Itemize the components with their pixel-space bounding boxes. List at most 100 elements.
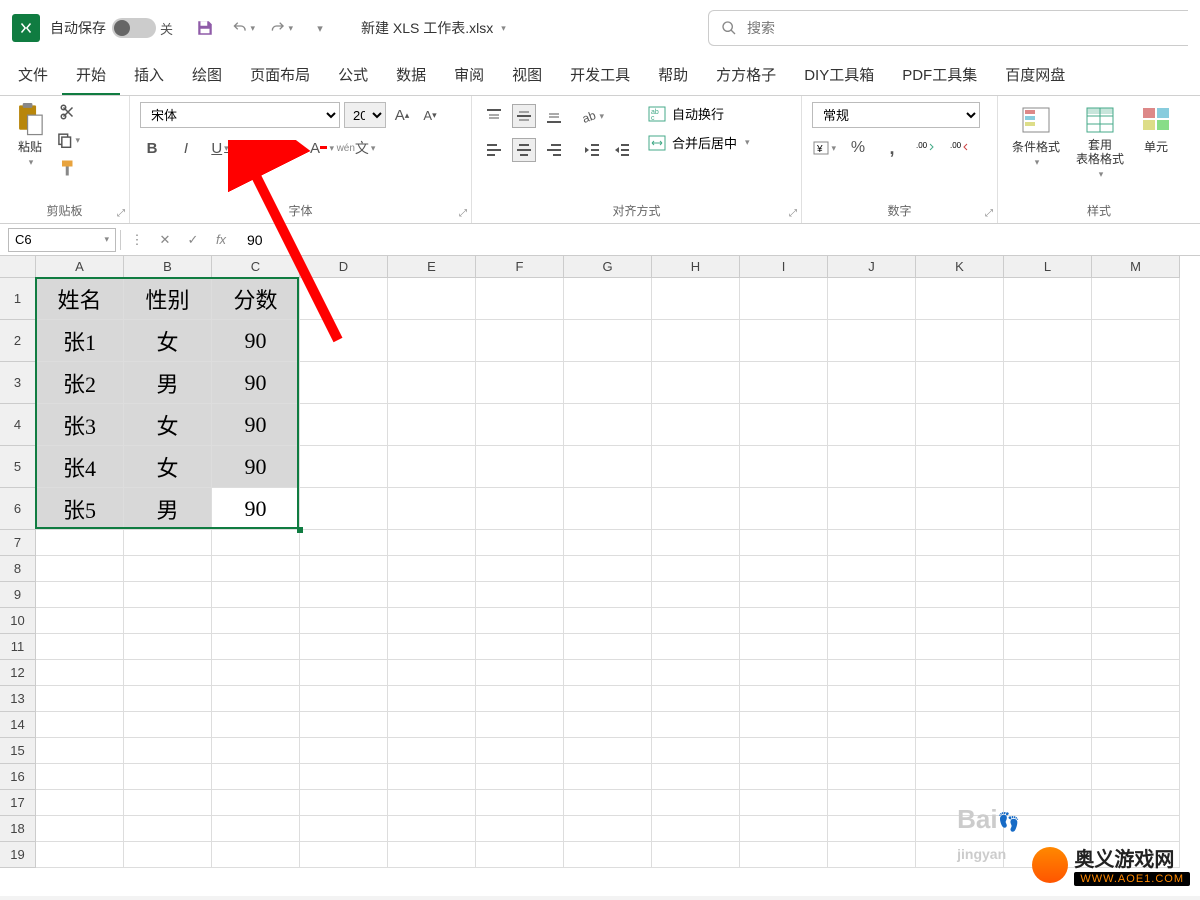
cell-K15[interactable] xyxy=(916,738,1004,764)
cell-H9[interactable] xyxy=(652,582,740,608)
cell-B19[interactable] xyxy=(124,842,212,868)
cell-G15[interactable] xyxy=(564,738,652,764)
cell-I15[interactable] xyxy=(740,738,828,764)
cell-G7[interactable] xyxy=(564,530,652,556)
cell-C10[interactable] xyxy=(212,608,300,634)
cell-H4[interactable] xyxy=(652,404,740,446)
cell-M18[interactable] xyxy=(1092,816,1180,842)
dialog-launcher-icon[interactable]: ⤢ xyxy=(789,208,797,219)
cell-J16[interactable] xyxy=(828,764,916,790)
col-header-I[interactable]: I xyxy=(740,256,828,278)
cell-E12[interactable] xyxy=(388,660,476,686)
cell-C14[interactable] xyxy=(212,712,300,738)
cell-G13[interactable] xyxy=(564,686,652,712)
cell-J12[interactable] xyxy=(828,660,916,686)
cell-E13[interactable] xyxy=(388,686,476,712)
filename[interactable]: 新建 XLS 工作表.xlsx ▾ xyxy=(361,18,506,38)
cell-K6[interactable] xyxy=(916,488,1004,530)
tab-文件[interactable]: 文件 xyxy=(4,56,62,95)
redo-icon[interactable]: ▾ xyxy=(269,16,293,40)
cell-F19[interactable] xyxy=(476,842,564,868)
cell-H6[interactable] xyxy=(652,488,740,530)
cell-D8[interactable] xyxy=(300,556,388,582)
cell-G19[interactable] xyxy=(564,842,652,868)
align-right-icon[interactable] xyxy=(542,138,566,162)
cell-J9[interactable] xyxy=(828,582,916,608)
cell-D12[interactable] xyxy=(300,660,388,686)
orientation-icon[interactable]: ab▾ xyxy=(580,104,604,128)
cell-L1[interactable] xyxy=(1004,278,1092,320)
cell-J14[interactable] xyxy=(828,712,916,738)
autosave-toggle[interactable]: 自动保存 关 xyxy=(50,18,173,38)
cell-H13[interactable] xyxy=(652,686,740,712)
cell-F15[interactable] xyxy=(476,738,564,764)
format-painter-icon[interactable] xyxy=(56,156,80,180)
cell-J2[interactable] xyxy=(828,320,916,362)
cell-D13[interactable] xyxy=(300,686,388,712)
cell-H8[interactable] xyxy=(652,556,740,582)
tab-数据[interactable]: 数据 xyxy=(382,56,440,95)
cell-E6[interactable] xyxy=(388,488,476,530)
align-bottom-icon[interactable] xyxy=(542,104,566,128)
cell-F13[interactable] xyxy=(476,686,564,712)
name-box[interactable]: C6 ▾ xyxy=(8,228,116,252)
cell-D2[interactable] xyxy=(300,320,388,362)
conditional-format-button[interactable]: 条件格式▾ xyxy=(1008,100,1064,172)
cell-B8[interactable] xyxy=(124,556,212,582)
cell-styles-button[interactable]: 单元 xyxy=(1136,100,1176,159)
cell-L11[interactable] xyxy=(1004,634,1092,660)
cell-B12[interactable] xyxy=(124,660,212,686)
cell-B13[interactable] xyxy=(124,686,212,712)
tab-方方格子[interactable]: 方方格子 xyxy=(702,56,790,95)
row-header-1[interactable]: 1 xyxy=(0,278,36,320)
tab-百度网盘[interactable]: 百度网盘 xyxy=(991,56,1079,95)
cell-C2[interactable]: 90 xyxy=(212,320,300,362)
cell-D7[interactable] xyxy=(300,530,388,556)
row-header-16[interactable]: 16 xyxy=(0,764,36,790)
cell-E14[interactable] xyxy=(388,712,476,738)
cell-A12[interactable] xyxy=(36,660,124,686)
cell-F4[interactable] xyxy=(476,404,564,446)
col-header-K[interactable]: K xyxy=(916,256,1004,278)
dialog-launcher-icon[interactable]: ⤢ xyxy=(117,208,125,219)
cell-K4[interactable] xyxy=(916,404,1004,446)
cell-C13[interactable] xyxy=(212,686,300,712)
cell-D10[interactable] xyxy=(300,608,388,634)
cell-A14[interactable] xyxy=(36,712,124,738)
cell-F5[interactable] xyxy=(476,446,564,488)
cell-C11[interactable] xyxy=(212,634,300,660)
search-box[interactable] xyxy=(708,10,1188,46)
cell-L10[interactable] xyxy=(1004,608,1092,634)
cell-F9[interactable] xyxy=(476,582,564,608)
cell-D1[interactable] xyxy=(300,278,388,320)
cell-A2[interactable]: 张1 xyxy=(36,320,124,362)
row-header-10[interactable]: 10 xyxy=(0,608,36,634)
cell-I5[interactable] xyxy=(740,446,828,488)
tab-绘图[interactable]: 绘图 xyxy=(178,56,236,95)
cell-E19[interactable] xyxy=(388,842,476,868)
qat-customize-icon[interactable]: ▾ xyxy=(307,16,331,40)
cell-B5[interactable]: 女 xyxy=(124,446,212,488)
cell-G14[interactable] xyxy=(564,712,652,738)
cell-M12[interactable] xyxy=(1092,660,1180,686)
cell-D14[interactable] xyxy=(300,712,388,738)
cell-D3[interactable] xyxy=(300,362,388,404)
cell-A17[interactable] xyxy=(36,790,124,816)
cell-F3[interactable] xyxy=(476,362,564,404)
cell-H15[interactable] xyxy=(652,738,740,764)
cell-F10[interactable] xyxy=(476,608,564,634)
cell-A15[interactable] xyxy=(36,738,124,764)
cell-E2[interactable] xyxy=(388,320,476,362)
cell-B7[interactable] xyxy=(124,530,212,556)
cell-K9[interactable] xyxy=(916,582,1004,608)
cell-J15[interactable] xyxy=(828,738,916,764)
row-header-12[interactable]: 12 xyxy=(0,660,36,686)
cell-G18[interactable] xyxy=(564,816,652,842)
cell-K16[interactable] xyxy=(916,764,1004,790)
cell-B4[interactable]: 女 xyxy=(124,404,212,446)
cell-L5[interactable] xyxy=(1004,446,1092,488)
cell-B2[interactable]: 女 xyxy=(124,320,212,362)
col-header-E[interactable]: E xyxy=(388,256,476,278)
spreadsheet-grid[interactable]: ABCDEFGHIJKLM 1姓名性别分数2张1女903张2男904张3女905… xyxy=(0,256,1200,896)
cell-C18[interactable] xyxy=(212,816,300,842)
